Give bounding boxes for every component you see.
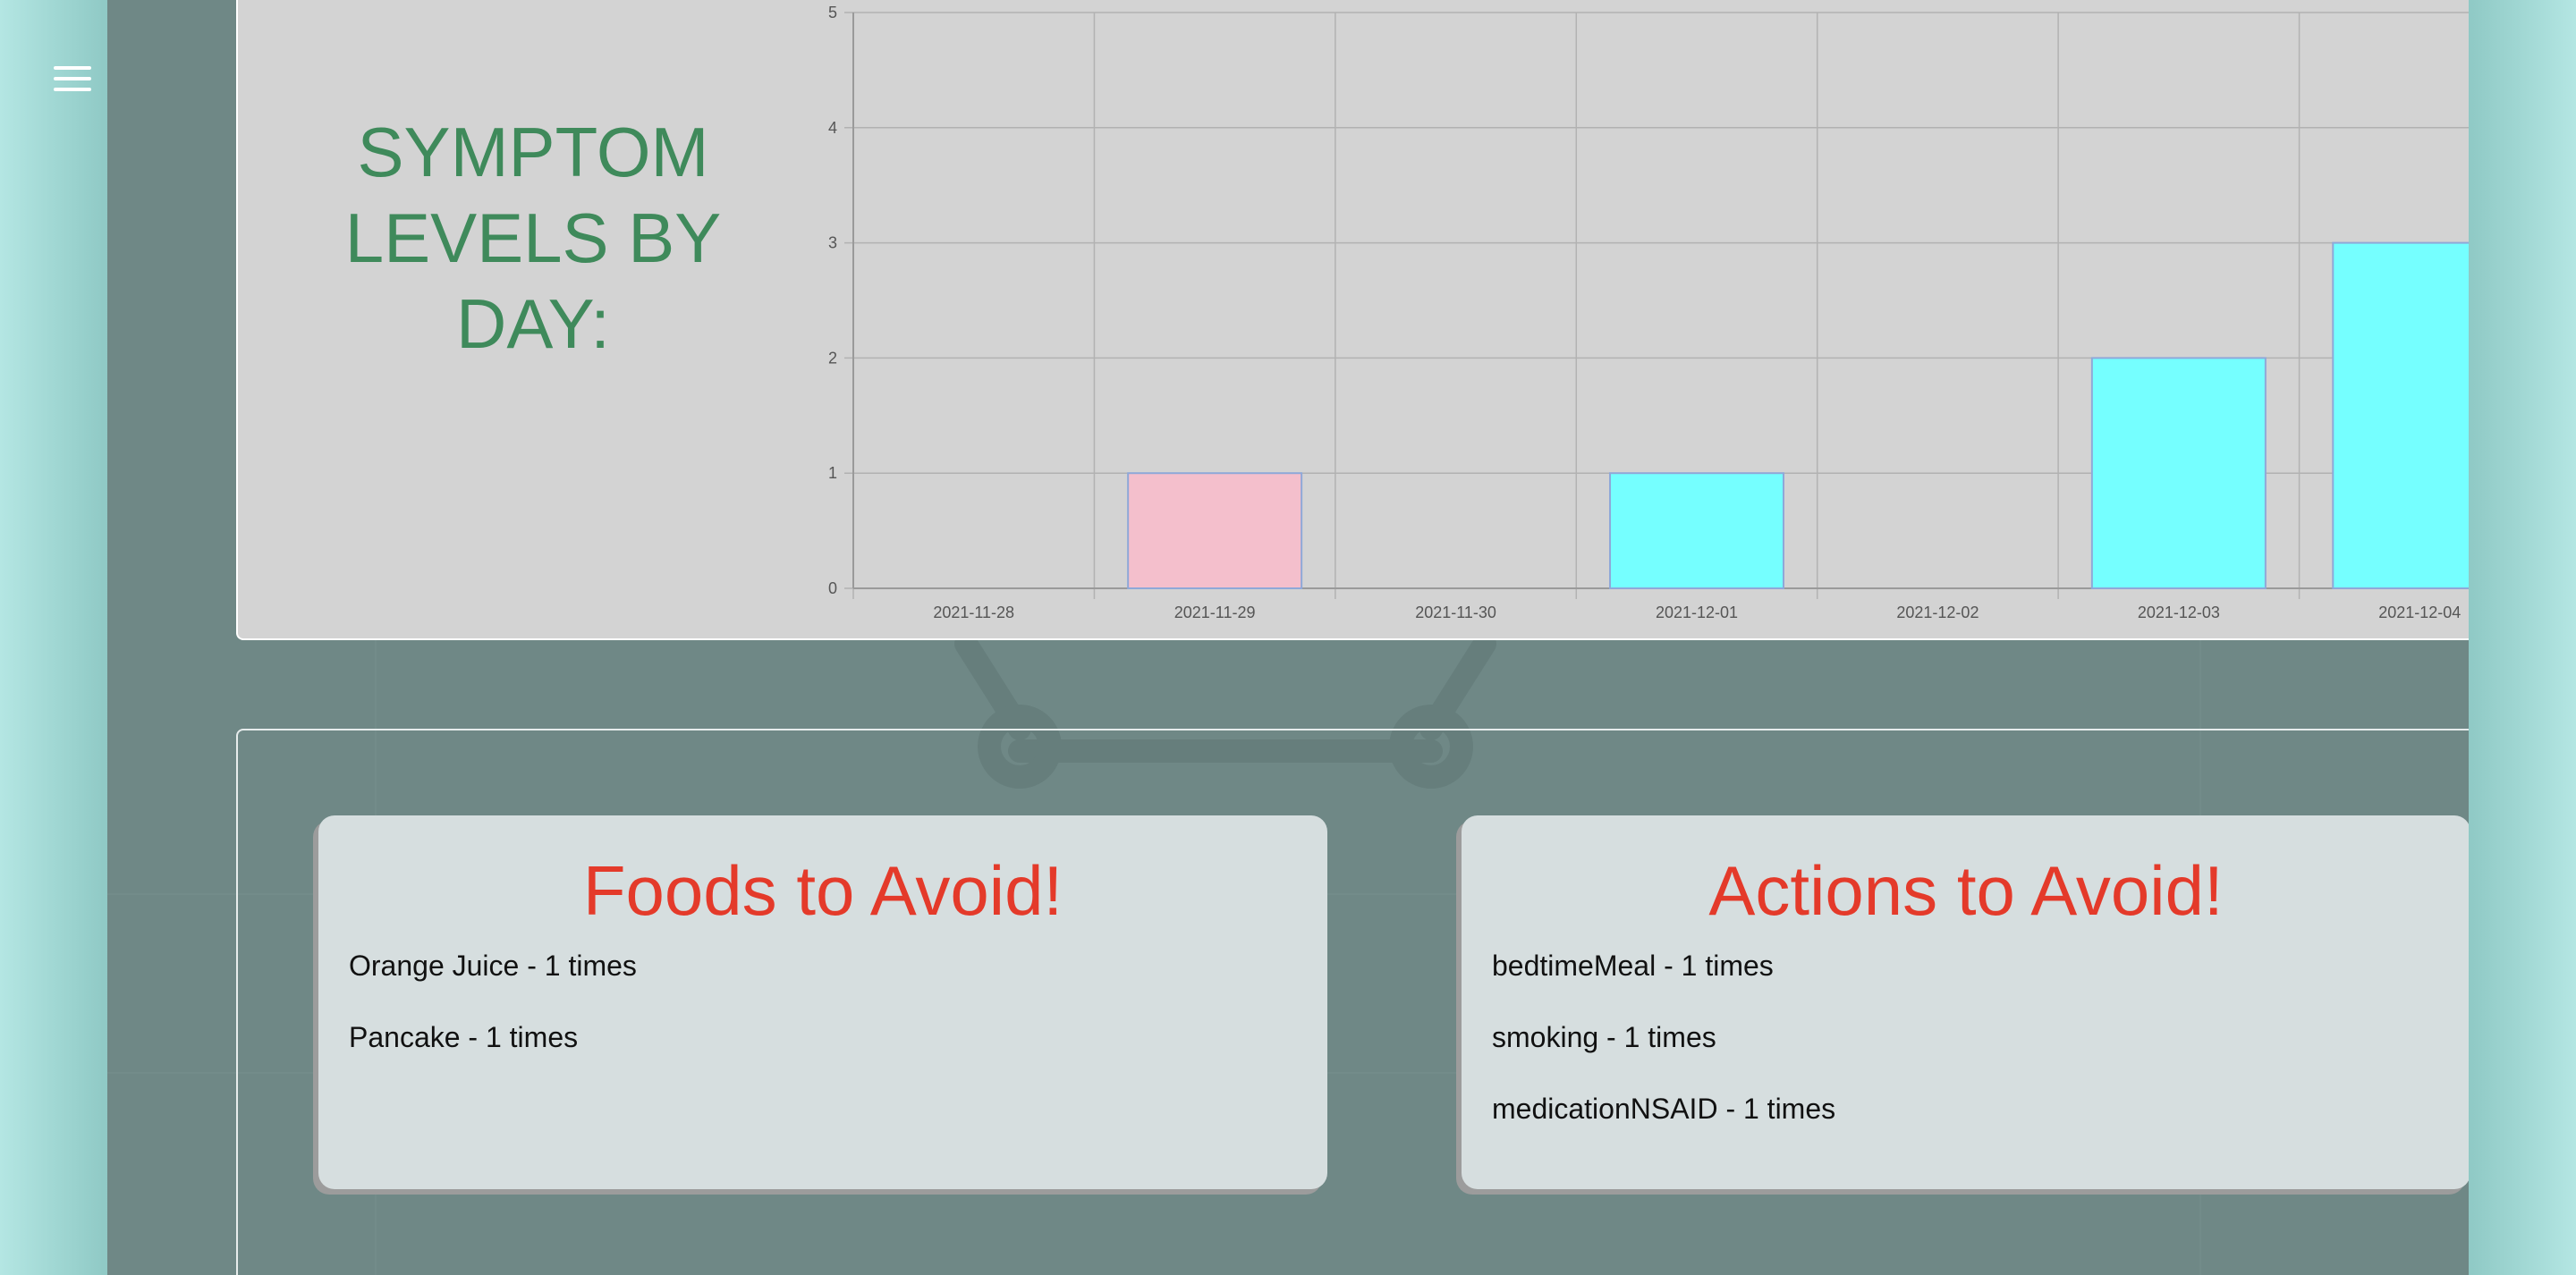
x-tick-label: 2021-12-02 (1896, 604, 1979, 621)
x-tick-label: 2021-11-28 (933, 604, 1014, 621)
action-item: medicationNSAID - 1 times (1492, 1093, 1836, 1125)
actions-to-avoid-card: Actions to Avoid! bedtimeMeal - 1 times … (1462, 815, 2469, 1189)
y-tick-label: 1 (828, 464, 837, 482)
main-content-area: SYMPTOM LEVELS BY DAY: 0 1 2 3 4 5 2021-11-28 2… (107, 0, 2469, 1275)
left-background-strip (0, 0, 107, 1275)
foods-to-avoid-list: Orange Juice - 1 times Pancake - 1 times (349, 948, 637, 1091)
hamburger-menu-icon[interactable] (50, 63, 97, 98)
x-tick-label: 2021-12-04 (2378, 604, 2461, 621)
food-item: Orange Juice - 1 times (349, 950, 637, 982)
action-item: smoking - 1 times (1492, 1021, 1716, 1053)
bar (1127, 472, 1303, 590)
food-item: Pancake - 1 times (349, 1021, 579, 1053)
symptom-chart-panel: SYMPTOM LEVELS BY DAY: 0 1 2 3 4 5 2021-11-28 2… (236, 0, 2469, 640)
y-tick-label: 3 (828, 234, 837, 252)
foods-to-avoid-card: Foods to Avoid! Orange Juice - 1 times P… (318, 815, 1327, 1189)
y-tick-label: 5 (828, 4, 837, 21)
x-tick-label: 2021-12-03 (2138, 604, 2220, 621)
bar (1609, 472, 1784, 590)
bar (2332, 241, 2469, 589)
bar (2090, 357, 2267, 589)
foods-to-avoid-heading: Foods to Avoid! (582, 851, 1063, 930)
y-tick-label: 0 (828, 579, 837, 597)
avoid-section: Foods to Avoid! Orange Juice - 1 times P… (236, 729, 2469, 1275)
x-tick-label: 2021-11-29 (1174, 604, 1256, 621)
symptom-bar-chart: 0 1 2 3 4 5 2021-11-28 2021-11-29 2021-11-30 2021… (828, 4, 2469, 621)
action-item: bedtimeMeal - 1 times (1492, 950, 1774, 982)
y-tick-label: 2 (828, 349, 837, 367)
y-tick-label: 4 (828, 119, 837, 137)
actions-to-avoid-heading: Actions to Avoid! (1708, 851, 2224, 930)
right-background-strip (2469, 0, 2576, 1275)
x-tick-label: 2021-12-01 (1656, 604, 1738, 621)
x-tick-label: 2021-11-30 (1415, 604, 1496, 621)
actions-to-avoid-list: bedtimeMeal - 1 times smoking - 1 times … (1492, 948, 1835, 1162)
